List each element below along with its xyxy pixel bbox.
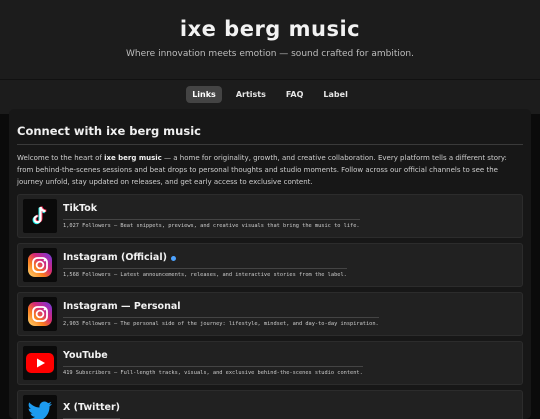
nav-faq[interactable]: FAQ xyxy=(280,86,310,103)
tiktok-icon xyxy=(23,199,57,233)
panel-divider xyxy=(17,144,523,145)
nav-artists[interactable]: Artists xyxy=(230,86,272,103)
link-name-text: Instagram (Official) xyxy=(63,252,167,263)
link-name: Instagram (Official) xyxy=(63,252,347,264)
link-name: Instagram — Personal xyxy=(63,301,379,313)
link-name: TikTok xyxy=(63,203,360,215)
link-rule xyxy=(63,268,347,269)
link-description: 1,568 Followers — Latest announcements, … xyxy=(63,272,347,278)
instagram-icon xyxy=(23,248,57,282)
link-name-text: TikTok xyxy=(63,203,98,214)
site-tagline: Where innovation meets emotion — sound c… xyxy=(126,49,414,59)
link-rule xyxy=(63,366,363,367)
nav-label[interactable]: Label xyxy=(317,86,353,103)
link-card-tiktok[interactable]: TikTok 1,027 Followers — Beat snippets, … xyxy=(17,194,523,238)
intro-prefix: Welcome to the heart of xyxy=(17,154,105,162)
link-card-youtube[interactable]: YouTube 419 Subscribers — Full-length tr… xyxy=(17,341,523,385)
link-name: X (Twitter) xyxy=(63,402,120,414)
link-name: YouTube xyxy=(63,350,363,362)
link-description: 2,903 Followers — The personal side of t… xyxy=(63,321,379,327)
instagram-icon xyxy=(23,297,57,331)
link-rule xyxy=(63,219,360,220)
youtube-icon xyxy=(23,346,57,380)
intro-text: Welcome to the heart of ixe berg music —… xyxy=(17,152,523,188)
twitter-icon xyxy=(23,395,57,419)
site-title: ixe berg music xyxy=(179,17,361,41)
panel-title: Connect with ixe berg music xyxy=(17,124,201,138)
nav-links[interactable]: Links xyxy=(186,85,222,103)
link-name-text: X (Twitter) xyxy=(63,402,120,413)
link-name-text: Instagram — Personal xyxy=(63,301,181,312)
verified-badge-icon xyxy=(170,255,176,261)
links-panel: Connect with ixe berg music Welcome to t… xyxy=(9,109,531,419)
link-card-instagram-personal[interactable]: Instagram — Personal 2,903 Followers — T… xyxy=(17,292,523,336)
link-card-instagram-official[interactable]: Instagram (Official) 1,568 Followers — L… xyxy=(17,243,523,287)
site-header: ixe berg music Where innovation meets em… xyxy=(0,0,540,79)
link-rule xyxy=(63,317,379,318)
link-description: 1,027 Followers — Beat snippets, preview… xyxy=(63,223,360,229)
link-description: 419 Subscribers — Full-length tracks, vi… xyxy=(63,370,363,376)
intro-brand: ixe berg music xyxy=(104,154,162,162)
link-name-text: YouTube xyxy=(63,350,108,361)
